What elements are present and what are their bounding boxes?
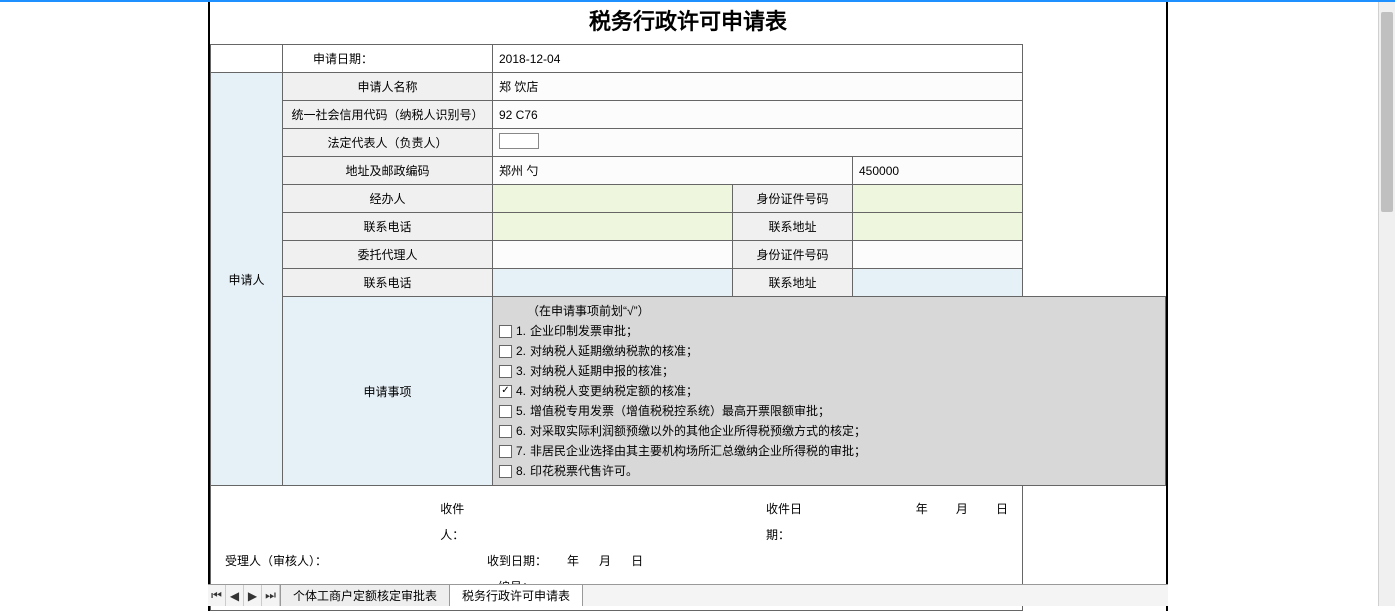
received-to-label: 收到日期： bbox=[487, 548, 547, 574]
day-label-2: 日 bbox=[631, 548, 643, 574]
legal-rep-label: 法定代表人（负责人） bbox=[283, 129, 493, 157]
tab-nav: ⏮ ◀ ▶ ⏭ bbox=[208, 585, 281, 606]
item-text: 对纳税人延期申报的核准； bbox=[530, 361, 674, 381]
operator-label: 经办人 bbox=[283, 185, 493, 213]
sheet-tab-bar: ⏮ ◀ ▶ ⏭ 个体工商户定额核定审批表 税务行政许可申请表 bbox=[208, 584, 1168, 606]
application-item: 8.印花税票代售许可。 bbox=[499, 461, 1159, 481]
item-number: 1. bbox=[516, 321, 526, 341]
item-number: 4. bbox=[516, 381, 526, 401]
application-item: 7.非居民企业选择由其主要机构场所汇总缴纳企业所得税的审批； bbox=[499, 441, 1159, 461]
item-checkbox[interactable] bbox=[499, 325, 512, 338]
year-label-2: 年 bbox=[567, 548, 579, 574]
credit-code-label: 统一社会信用代码（纳税人识别号） bbox=[283, 101, 493, 129]
nav-next-icon[interactable]: ▶ bbox=[244, 585, 262, 606]
phone-value[interactable] bbox=[493, 213, 733, 241]
id-no-label: 身份证件号码 bbox=[733, 185, 853, 213]
item-number: 8. bbox=[516, 461, 526, 481]
operator-value[interactable] bbox=[493, 185, 733, 213]
apply-date-row: 申请日期： 2018-12-04 bbox=[211, 45, 1166, 73]
agent-phone-value bbox=[493, 269, 733, 297]
applicant-name-label: 申请人名称 bbox=[283, 73, 493, 101]
item-text: 对纳税人变更纳税定额的核准； bbox=[530, 381, 698, 401]
credit-code-value: 92 C76 bbox=[493, 101, 1023, 129]
legal-rep-inner-box bbox=[499, 133, 539, 149]
agent-addr-value bbox=[853, 269, 1023, 297]
item-text: 非居民企业选择由其主要机构场所汇总缴纳企业所得税的审批； bbox=[530, 441, 866, 461]
item-number: 6. bbox=[516, 421, 526, 441]
item-text: 印花税票代售许可。 bbox=[530, 461, 638, 481]
reviewer-label: 受理人（审核人）： bbox=[225, 548, 327, 574]
agent-addr-label: 联系地址 bbox=[733, 269, 853, 297]
day-label: 日 bbox=[996, 496, 1008, 548]
application-item: 3.对纳税人延期申报的核准； bbox=[499, 361, 1159, 381]
application-item: ✓ 4.对纳税人变更纳税定额的核准； bbox=[499, 381, 1159, 401]
agent-id-label: 身份证件号码 bbox=[733, 241, 853, 269]
form-title: 税务行政许可申请表 bbox=[210, 2, 1166, 44]
nav-last-icon[interactable]: ⏭ bbox=[262, 585, 280, 606]
application-item: 5.增值税专用发票（增值税税控系统）最高开票限额审批； bbox=[499, 401, 1159, 421]
apply-date-label: 申请日期： bbox=[283, 45, 493, 73]
agent-label: 委托代理人 bbox=[283, 241, 493, 269]
receive-date-label: 收件日期： bbox=[766, 496, 822, 548]
addr-post-label: 地址及邮政编码 bbox=[283, 157, 493, 185]
agent-phone-label: 联系电话 bbox=[283, 269, 493, 297]
agent-value bbox=[493, 241, 733, 269]
nav-prev-icon[interactable]: ◀ bbox=[226, 585, 244, 606]
item-number: 5. bbox=[516, 401, 526, 421]
addr-value: 郑州 勺 bbox=[493, 157, 853, 185]
items-cell: （在申请事项前划“√”） 1.企业印制发票审批；2.对纳税人延期缴纳税款的核准；… bbox=[493, 297, 1166, 486]
phone-label: 联系电话 bbox=[283, 213, 493, 241]
item-checkbox[interactable]: ✓ bbox=[499, 385, 512, 398]
agent-id-value bbox=[853, 241, 1023, 269]
tab-quota-approval[interactable]: 个体工商户定额核定审批表 bbox=[281, 585, 450, 606]
tab-tax-license-application[interactable]: 税务行政许可申请表 bbox=[450, 585, 583, 606]
application-item: 1.企业印制发票审批； bbox=[499, 321, 1159, 341]
item-number: 2. bbox=[516, 341, 526, 361]
item-text: 对纳税人延期缴纳税款的核准； bbox=[530, 341, 698, 361]
contact-addr-value[interactable] bbox=[853, 213, 1023, 241]
items-section-label: 申请事项 bbox=[283, 297, 493, 486]
item-text: 企业印制发票审批； bbox=[530, 321, 638, 341]
item-checkbox[interactable] bbox=[499, 445, 512, 458]
application-item: 2.对纳税人延期缴纳税款的核准； bbox=[499, 341, 1159, 361]
item-checkbox[interactable] bbox=[499, 345, 512, 358]
id-no-value[interactable] bbox=[853, 185, 1023, 213]
items-instruction: （在申请事项前划“√”） bbox=[499, 301, 1159, 321]
legal-rep-value bbox=[493, 129, 1023, 157]
item-number: 7. bbox=[516, 441, 526, 461]
post-value: 450000 bbox=[853, 157, 1023, 185]
applicant-name-value: 郑 饮店 bbox=[493, 73, 1023, 101]
item-checkbox[interactable] bbox=[499, 365, 512, 378]
item-number: 3. bbox=[516, 361, 526, 381]
year-label: 年 bbox=[916, 496, 928, 548]
form-table: 申请日期： 2018-12-04 申请人 申请人名称 郑 饮店 统一社会信用代码… bbox=[210, 44, 1166, 611]
item-text: 增值税专用发票（增值税税控系统）最高开票限额审批； bbox=[530, 401, 830, 421]
item-checkbox[interactable] bbox=[499, 425, 512, 438]
vertical-scrollbar[interactable] bbox=[1378, 2, 1395, 606]
nav-first-icon[interactable]: ⏮ bbox=[208, 585, 226, 606]
item-checkbox[interactable] bbox=[499, 405, 512, 418]
form-sheet: 税务行政许可申请表 申请日期： 2018-12-04 申请人 申请人名称 郑 饮… bbox=[208, 2, 1168, 611]
month-label-2: 月 bbox=[599, 548, 611, 574]
contact-addr-label: 联系地址 bbox=[733, 213, 853, 241]
item-checkbox[interactable] bbox=[499, 465, 512, 478]
applicant-section-label: 申请人 bbox=[211, 73, 283, 486]
item-text: 对采取实际利润额预缴以外的其他企业所得税预缴方式的核定； bbox=[530, 421, 866, 441]
scrollbar-thumb[interactable] bbox=[1381, 12, 1393, 212]
receiver-label: 收件人： bbox=[440, 496, 485, 548]
month-label: 月 bbox=[956, 496, 968, 548]
apply-date-value: 2018-12-04 bbox=[493, 45, 1023, 73]
application-item: 6.对采取实际利润额预缴以外的其他企业所得税预缴方式的核定； bbox=[499, 421, 1159, 441]
